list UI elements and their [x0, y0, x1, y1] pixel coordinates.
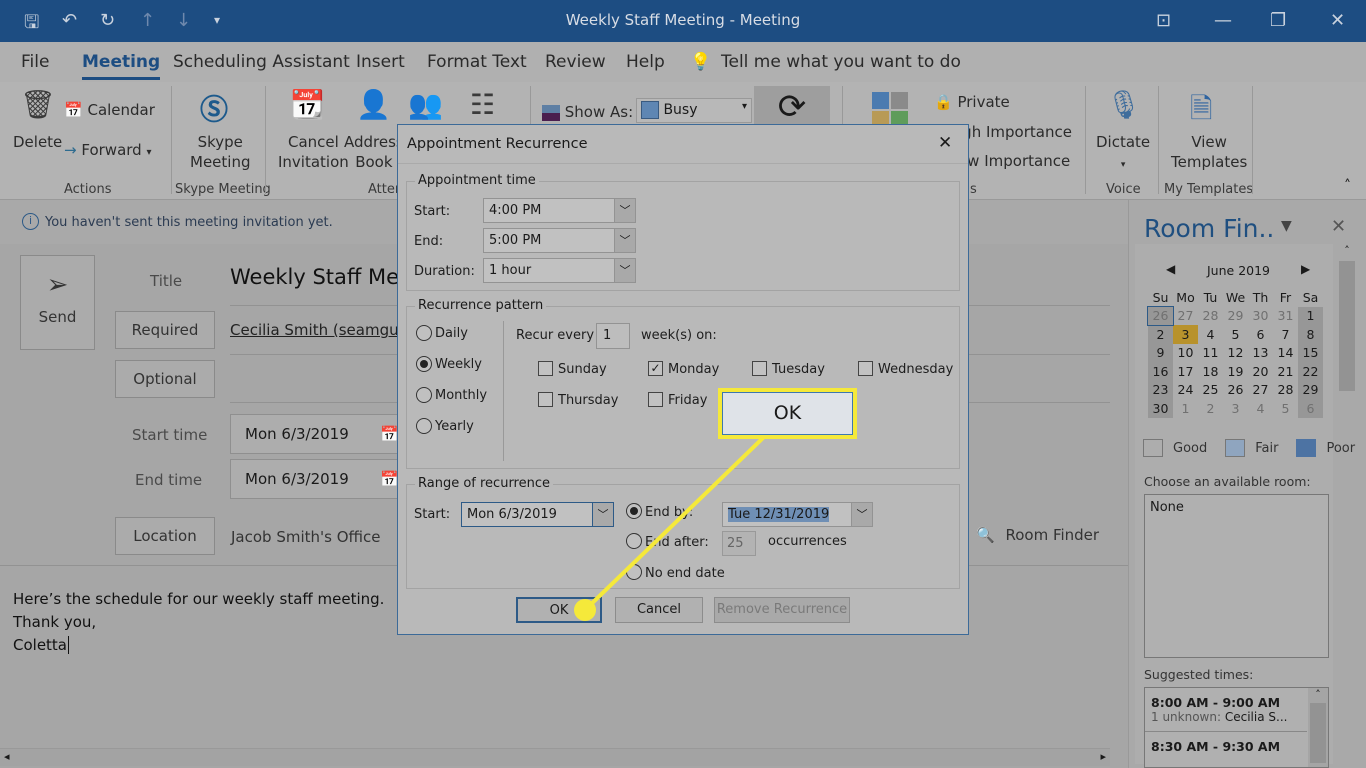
callout-label: OK: [722, 392, 853, 435]
ok-callout: OK: [718, 388, 857, 439]
callout-pointer: [574, 434, 767, 621]
callout-dot: [574, 599, 596, 621]
